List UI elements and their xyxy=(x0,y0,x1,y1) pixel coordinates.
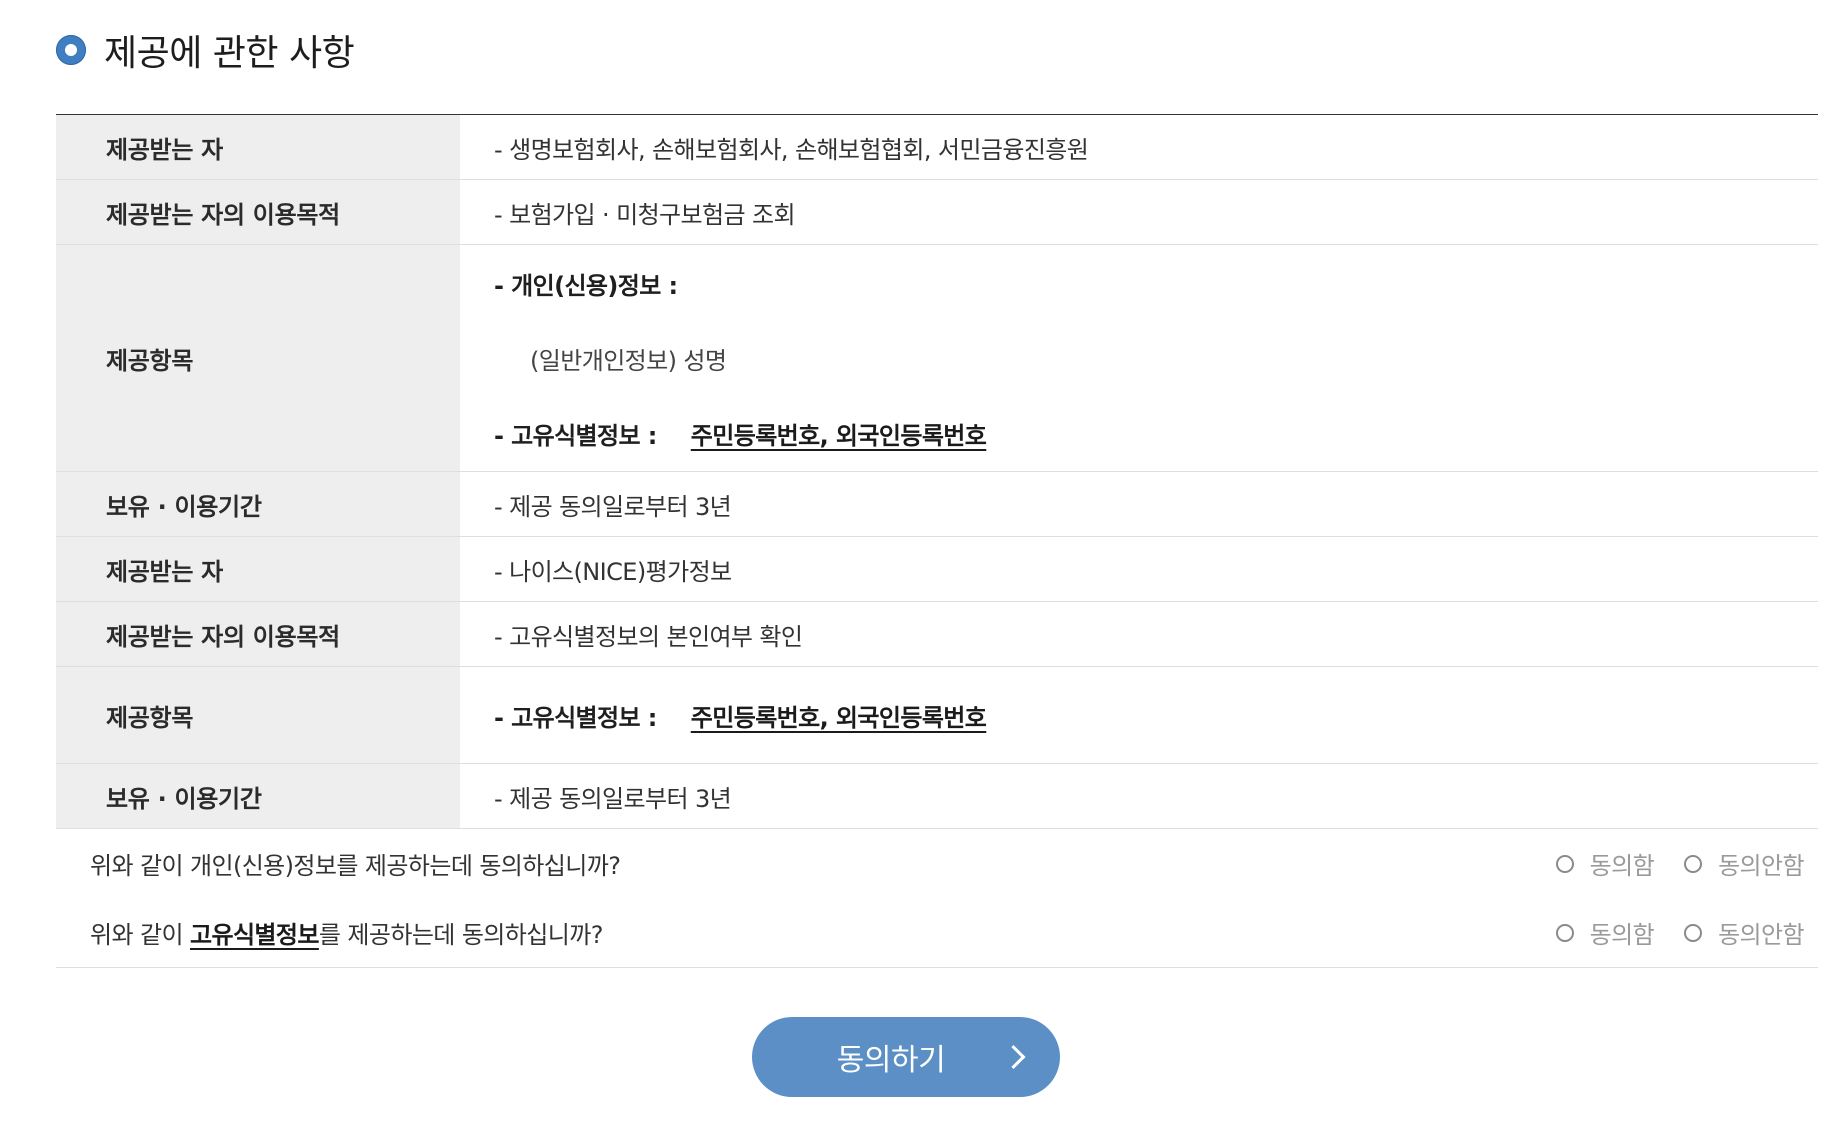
unique-id-prefix: - 고유식별정보 : xyxy=(494,703,657,732)
chevron-right-icon xyxy=(1001,1044,1026,1070)
consent-section: 위와 같이 개인(신용)정보를 제공하는데 동의하십니까? 동의함 동의안함 위… xyxy=(56,829,1818,968)
button-area: 동의하기 xyxy=(56,1017,1818,1097)
row-value-text: - 생명보험회사, 손해보험회사, 손해보험협회, 서민금융진흥원 xyxy=(494,135,1089,164)
table-row: 제공받는 자 - 나이스(NICE)평가정보 xyxy=(56,537,1818,602)
radio-unchecked-icon[interactable] xyxy=(1555,854,1574,873)
table-row: 제공받는 자의 이용목적 - 보험가입 · 미청구보험금 조회 xyxy=(56,180,1818,245)
consent-question: 위와 같이 개인(신용)정보를 제공하는데 동의하십니까? xyxy=(90,852,621,880)
general-info-line: (일반개인정보) 성명 xyxy=(530,346,727,375)
unique-id-prefix: - 고유식별정보 : xyxy=(494,421,657,450)
row-label: 보유 · 이용기간 xyxy=(56,764,460,828)
row-value-text: - 제공 동의일로부터 3년 xyxy=(494,784,732,813)
agree-option[interactable]: 동의함 xyxy=(1555,846,1655,881)
row-label: 제공받는 자의 이용목적 xyxy=(56,180,460,244)
row-label: 제공항목 xyxy=(56,245,460,471)
row-value: - 개인(신용)정보 : (일반개인정보) 성명 - 고유식별정보 : 주민등록… xyxy=(460,245,1818,471)
consent-question: 위와 같이 고유식별정보를 제공하는데 동의하십니까? xyxy=(90,915,603,950)
row-label: 제공항목 xyxy=(56,667,460,763)
table-row: 제공항목 - 개인(신용)정보 : (일반개인정보) 성명 - 고유식별정보 :… xyxy=(56,245,1818,472)
table-row: 제공항목 - 고유식별정보 : 주민등록번호, 외국인등록번호 xyxy=(56,667,1818,764)
unique-id-value: 주민등록번호, 외국인등록번호 xyxy=(690,421,987,450)
row-value: - 고유식별정보 : 주민등록번호, 외국인등록번호 xyxy=(460,667,1818,763)
unique-id-line: - 고유식별정보 : 주민등록번호, 외국인등록번호 xyxy=(494,698,1818,733)
row-value-text: - 나이스(NICE)평가정보 xyxy=(494,557,732,586)
agree-label[interactable]: 동의함 xyxy=(1590,846,1655,881)
row-value: - 제공 동의일로부터 3년 xyxy=(460,472,1818,536)
agree-label[interactable]: 동의함 xyxy=(1590,915,1655,950)
row-label: 보유 · 이용기간 xyxy=(56,472,460,536)
row-value: - 생명보험회사, 손해보험회사, 손해보험협회, 서민금융진흥원 xyxy=(460,115,1818,179)
agree-button[interactable]: 동의하기 xyxy=(752,1017,1060,1097)
question-prefix: 위와 같이 xyxy=(90,921,190,949)
row-label: 제공받는 자 xyxy=(56,115,460,179)
row-value-text: - 제공 동의일로부터 3년 xyxy=(494,492,732,521)
agree-button-label[interactable]: 동의하기 xyxy=(837,1035,946,1079)
table-row: 보유 · 이용기간 - 제공 동의일로부터 3년 xyxy=(56,764,1818,829)
row-label: 제공받는 자 xyxy=(56,537,460,601)
consent-choices: 동의함 동의안함 xyxy=(1526,846,1805,881)
row-value-text: - 보험가입 · 미청구보험금 조회 xyxy=(494,200,796,229)
disagree-label[interactable]: 동의안함 xyxy=(1718,915,1805,950)
disagree-label[interactable]: 동의안함 xyxy=(1718,846,1805,881)
personal-info-heading: - 개인(신용)정보 : xyxy=(494,271,678,300)
radio-unchecked-icon[interactable] xyxy=(1555,923,1574,942)
table-row: 제공받는 자의 이용목적 - 고유식별정보의 본인여부 확인 xyxy=(56,602,1818,667)
row-value: - 보험가입 · 미청구보험금 조회 xyxy=(460,180,1818,244)
info-table: 제공받는 자 - 생명보험회사, 손해보험회사, 손해보험협회, 서민금융진흥원… xyxy=(56,114,1818,829)
row-value-text: - 고유식별정보의 본인여부 확인 xyxy=(494,622,803,651)
circle-bullet-icon xyxy=(56,35,86,65)
consent-choices: 동의함 동의안함 xyxy=(1526,915,1805,950)
radio-unchecked-icon[interactable] xyxy=(1684,923,1703,942)
table-row: 보유 · 이용기간 - 제공 동의일로부터 3년 xyxy=(56,472,1818,537)
question-suffix: 를 제공하는데 동의하십니까? xyxy=(318,921,604,949)
unique-id-line: - 고유식별정보 : 주민등록번호, 외국인등록번호 xyxy=(494,416,1818,451)
row-value: - 나이스(NICE)평가정보 xyxy=(460,537,1818,601)
disagree-option[interactable]: 동의안함 xyxy=(1684,915,1805,950)
radio-unchecked-icon[interactable] xyxy=(1684,854,1703,873)
consent-page: 제공에 관한 사항 제공받는 자 - 생명보험회사, 손해보험회사, 손해보험협… xyxy=(56,0,1818,1097)
table-row: 제공받는 자 - 생명보험회사, 손해보험회사, 손해보험협회, 서민금융진흥원 xyxy=(56,115,1818,180)
row-value: - 제공 동의일로부터 3년 xyxy=(460,764,1818,828)
disagree-option[interactable]: 동의안함 xyxy=(1684,846,1805,881)
row-label: 제공받는 자의 이용목적 xyxy=(56,602,460,666)
agree-option[interactable]: 동의함 xyxy=(1555,915,1655,950)
row-value: - 고유식별정보의 본인여부 확인 xyxy=(460,602,1818,666)
question-strong: 고유식별정보 xyxy=(189,921,319,949)
section-header: 제공에 관한 사항 xyxy=(56,0,1818,114)
consent-row-unique-id: 위와 같이 고유식별정보를 제공하는데 동의하십니까? 동의함 동의안함 xyxy=(56,898,1818,967)
consent-row-credit-info: 위와 같이 개인(신용)정보를 제공하는데 동의하십니까? 동의함 동의안함 xyxy=(56,829,1818,898)
unique-id-value: 주민등록번호, 외국인등록번호 xyxy=(690,703,987,732)
section-title: 제공에 관한 사항 xyxy=(104,33,355,74)
